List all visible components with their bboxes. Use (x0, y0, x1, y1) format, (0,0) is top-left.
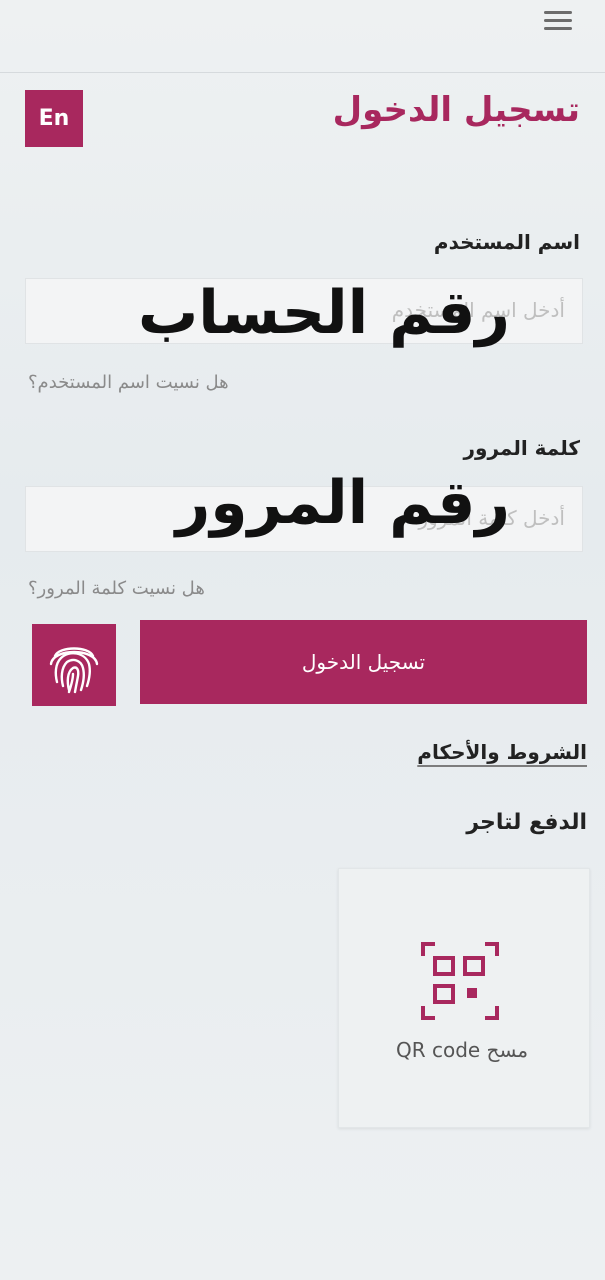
qr-scan-icon (421, 942, 499, 1020)
account-number-overlay: رقم الحساب (138, 278, 510, 348)
terms-link[interactable]: الشروط والأحكام (417, 740, 587, 764)
username-label: اسم المستخدم (433, 230, 580, 254)
header-divider (0, 72, 605, 73)
page-title: تسجيل الدخول (332, 90, 580, 130)
payment-section-title: الدفع لتاجر (466, 810, 587, 835)
hamburger-menu-icon[interactable] (540, 6, 576, 34)
fingerprint-icon (49, 647, 99, 694)
language-toggle-button[interactable]: En (25, 90, 83, 147)
password-number-overlay: رقم المرور (175, 468, 510, 538)
login-button[interactable]: تسجيل الدخول (140, 620, 587, 704)
fingerprint-login-button[interactable] (32, 624, 116, 706)
forgot-password-link[interactable]: هل نسيت كلمة المرور؟ (28, 578, 205, 599)
password-label: كلمة المرور (463, 436, 580, 460)
forgot-username-link[interactable]: هل نسيت اسم المستخدم؟ (28, 372, 229, 393)
qr-scan-label: مسح QR code (395, 1038, 529, 1062)
